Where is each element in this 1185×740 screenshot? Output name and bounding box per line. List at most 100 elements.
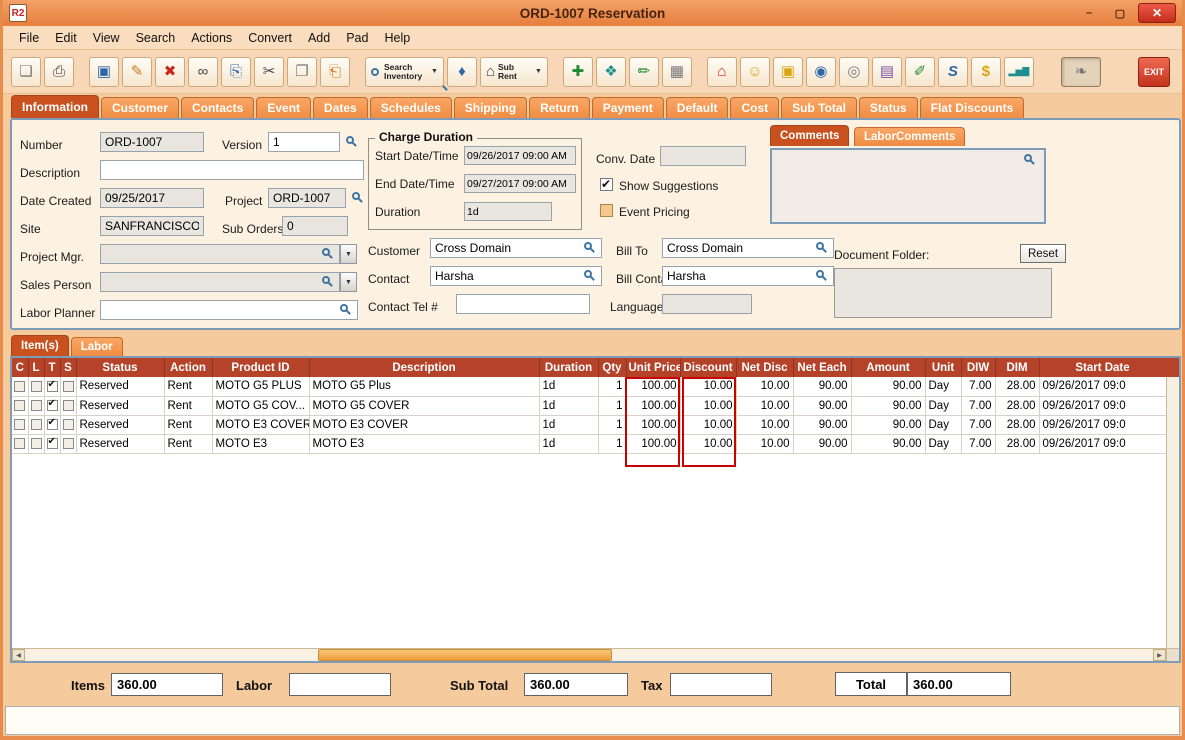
- chart-button[interactable]: ▂▅▇: [1004, 57, 1034, 87]
- search-icon[interactable]: [816, 242, 824, 250]
- bill-contact-field[interactable]: [662, 266, 834, 286]
- menu-actions[interactable]: Actions: [183, 29, 240, 47]
- gift-button[interactable]: ▣: [773, 57, 803, 87]
- col-description[interactable]: Description: [309, 358, 539, 377]
- tab-schedules[interactable]: Schedules: [370, 97, 452, 118]
- row-checkbox-l[interactable]: [31, 400, 42, 411]
- search-icon[interactable]: [1024, 154, 1032, 162]
- smiley-button[interactable]: ☺: [740, 57, 770, 87]
- table-row[interactable]: ✔ Reserved Rent MOTO E3 COVER MOTO E3 CO…: [12, 415, 1166, 434]
- title-bar[interactable]: R2 ORD-1007 Reservation – ▢ ✕: [3, 0, 1182, 26]
- comments-box[interactable]: [770, 148, 1046, 224]
- add-item-button[interactable]: ✚: [563, 57, 593, 87]
- duration-field[interactable]: [464, 202, 552, 221]
- row-checkbox-c[interactable]: [14, 381, 25, 392]
- document-folder-box[interactable]: [834, 268, 1052, 318]
- project-field[interactable]: [268, 188, 346, 208]
- col-start-date[interactable]: Start Date: [1039, 358, 1166, 377]
- row-checkbox-s[interactable]: [63, 400, 74, 411]
- scroll-left-button[interactable]: ◀: [12, 649, 25, 661]
- block-button[interactable]: ▦: [662, 57, 692, 87]
- sales-person-dropdown[interactable]: ▼: [340, 272, 357, 292]
- edit-note-button[interactable]: ✏: [629, 57, 659, 87]
- customer-field[interactable]: [430, 238, 602, 258]
- language-field[interactable]: [662, 294, 752, 314]
- search-icon[interactable]: [584, 270, 592, 278]
- row-checkbox-t[interactable]: ✔: [47, 381, 58, 392]
- print-button[interactable]: ⎙: [44, 57, 74, 87]
- scroll-right-button[interactable]: ▶: [1153, 649, 1166, 661]
- tab-comments[interactable]: Comments: [770, 125, 849, 146]
- row-checkbox-s[interactable]: [63, 438, 74, 449]
- reset-button[interactable]: Reset: [1020, 244, 1066, 263]
- search-inventory-button[interactable]: Search Inventory ▼: [365, 57, 444, 87]
- col-qty[interactable]: Qty: [598, 358, 626, 377]
- scrollbar-thumb[interactable]: [318, 649, 611, 661]
- col-net-disc[interactable]: Net Disc: [736, 358, 793, 377]
- start-datetime-field[interactable]: [464, 146, 576, 165]
- menu-view[interactable]: View: [85, 29, 128, 47]
- col-c[interactable]: C: [12, 358, 28, 377]
- export-button[interactable]: S: [938, 57, 968, 87]
- row-checkbox-t[interactable]: ✔: [47, 438, 58, 449]
- find-button[interactable]: ∞: [188, 57, 218, 87]
- col-product-id[interactable]: Product ID: [212, 358, 309, 377]
- row-checkbox-t[interactable]: ✔: [47, 419, 58, 430]
- end-datetime-field[interactable]: [464, 174, 576, 193]
- delete-button[interactable]: ✖: [155, 57, 185, 87]
- menu-edit[interactable]: Edit: [47, 29, 85, 47]
- site-field[interactable]: [100, 216, 204, 236]
- convert-button[interactable]: ⎘: [221, 57, 251, 87]
- items-total-field[interactable]: [111, 673, 223, 696]
- sub-orders-field[interactable]: [282, 216, 348, 236]
- row-checkbox-c[interactable]: [14, 438, 25, 449]
- menu-file[interactable]: File: [11, 29, 47, 47]
- version-field[interactable]: [268, 132, 340, 152]
- menu-pad[interactable]: Pad: [338, 29, 376, 47]
- price-button[interactable]: $: [971, 57, 1001, 87]
- col-diw[interactable]: DIW: [961, 358, 995, 377]
- feather-button[interactable]: ❧: [1061, 57, 1101, 87]
- table-row[interactable]: ✔ Reserved Rent MOTO G5 PLUS MOTO G5 Plu…: [12, 377, 1166, 396]
- bill-to-field[interactable]: [662, 238, 834, 258]
- date-created-field[interactable]: [100, 188, 204, 208]
- copy-button[interactable]: ❐: [287, 57, 317, 87]
- col-unit-price[interactable]: Unit Price: [626, 358, 680, 377]
- tab-flat-discounts[interactable]: Flat Discounts: [920, 97, 1025, 118]
- tab-shipping[interactable]: Shipping: [454, 97, 527, 118]
- row-checkbox-l[interactable]: [31, 381, 42, 392]
- col-net-each[interactable]: Net Each: [793, 358, 851, 377]
- tab-sub-total[interactable]: Sub Total: [781, 97, 857, 118]
- tab-information[interactable]: Information: [11, 95, 99, 118]
- new-button[interactable]: ❏: [11, 57, 41, 87]
- col-discount[interactable]: Discount: [680, 358, 736, 377]
- col-dim[interactable]: DIM: [995, 358, 1039, 377]
- col-action[interactable]: Action: [164, 358, 212, 377]
- tab-cost[interactable]: Cost: [730, 97, 779, 118]
- tab-return[interactable]: Return: [529, 97, 590, 118]
- tab-event[interactable]: Event: [256, 97, 311, 118]
- col-unit[interactable]: Unit: [925, 358, 961, 377]
- labor-total-field[interactable]: [289, 673, 391, 696]
- row-checkbox-c[interactable]: [14, 400, 25, 411]
- tab-labor[interactable]: Labor: [71, 337, 123, 356]
- cut-button[interactable]: ✂: [254, 57, 284, 87]
- row-checkbox-c[interactable]: [14, 419, 25, 430]
- tab-dates[interactable]: Dates: [313, 97, 368, 118]
- conv-date-field[interactable]: [660, 146, 746, 166]
- minimize-button[interactable]: –: [1076, 4, 1102, 22]
- menu-help[interactable]: Help: [376, 29, 418, 47]
- search-icon[interactable]: [322, 248, 330, 256]
- tab-default[interactable]: Default: [666, 97, 729, 118]
- menu-search[interactable]: Search: [128, 29, 184, 47]
- labor-planner-field[interactable]: [100, 300, 358, 320]
- project-mgr-dropdown[interactable]: ▼: [340, 244, 357, 264]
- row-checkbox-l[interactable]: [31, 419, 42, 430]
- col-duration[interactable]: Duration: [539, 358, 598, 377]
- search-icon[interactable]: [346, 136, 354, 144]
- contact-field[interactable]: [430, 266, 602, 286]
- edit-button[interactable]: ✎: [122, 57, 152, 87]
- search-icon[interactable]: [340, 304, 348, 312]
- books-button[interactable]: ▤: [872, 57, 902, 87]
- number-field[interactable]: [100, 132, 204, 152]
